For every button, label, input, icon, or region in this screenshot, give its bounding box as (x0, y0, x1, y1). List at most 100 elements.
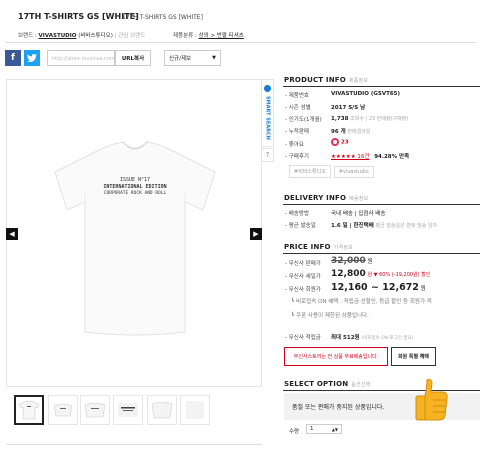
member-benefit-button[interactable]: 회원 특별 혜택 (391, 347, 436, 366)
delivery-label-method: - 배송방법 (285, 211, 309, 217)
thumbnail-4[interactable] (113, 395, 143, 425)
popularity-views: 1,738 (331, 116, 349, 122)
coupon-note: ┗ 쿠폰 사용이 제한된 상품입니다. (291, 313, 369, 319)
member-benefit-note: ┗ 비로접속 ON 혜택 : 적립금 선할인, 등급 할인 등 회원가 적 (291, 299, 432, 305)
free-shipping-button[interactable]: 무신사스토어는 전 상품 무료배송입니다. (284, 347, 388, 366)
tshirt-thumb-icon (53, 403, 73, 417)
price-info-heading: PRICE INFO (284, 243, 331, 251)
smart-search-icon (264, 85, 271, 92)
like-button[interactable]: 23 (331, 138, 349, 146)
product-info-heading: PRODUCT INFO (284, 76, 346, 84)
delivery-info-sub: 배송정보 (349, 196, 369, 202)
url-copy-button[interactable]: URL복사 (115, 50, 151, 66)
category-path-link[interactable]: 상의 > 반팔 티셔츠 (199, 33, 244, 39)
reviews-link[interactable]: ★★★★★ 16건 (331, 154, 369, 160)
thumbnail-5[interactable] (147, 395, 177, 425)
print-line-1: ISSUE N°17 (120, 177, 150, 183)
select-option-heading: SELECT OPTION (284, 380, 349, 388)
print-detail-thumb-icon (118, 403, 138, 417)
quantity-stepper[interactable]: 1 ▲▼ (306, 424, 342, 434)
delivery-days: 1.6 일 | 한진택배 (331, 223, 374, 229)
print-line-3: CORPORATE ROCK AND ROLL (104, 190, 167, 196)
product-title: 17TH T-SHIRTS GS [WHITE] (18, 12, 139, 21)
prev-image-button[interactable]: ◀ (6, 228, 18, 240)
header-divider (6, 42, 476, 43)
info-label-season: - 시즌 성별 (285, 105, 311, 111)
print-line-2: INTERNATIONAL EDITION (103, 184, 166, 190)
original-won: 원 (367, 259, 373, 265)
tag-list: #비바스튜디오 #vivastudio (289, 165, 377, 178)
price-info-title: PRICE INFO 가격정보 (284, 243, 353, 251)
tshirt-thumb-icon (151, 401, 173, 419)
price-sale: 12,800 원 ▼ 60% (-19,200원) 할인 (331, 269, 430, 279)
delivery-days-note: 평균 발송일은 판매 발송 일자 (375, 223, 438, 229)
points-note: (비로접속 ON 로그인 필요) (361, 336, 414, 341)
tshirt-thumb-icon (186, 401, 204, 419)
smart-search-label: SMART SEARCH (264, 96, 271, 140)
chevron-down-icon: ▼ (212, 55, 216, 61)
thumbs-up-icon (415, 378, 448, 421)
select-option-divider (283, 390, 480, 391)
price-label-member: - 무신사 회원가 (285, 287, 321, 293)
price-points: 최대 512원 (비로접속 ON 로그인 필요) (331, 333, 413, 341)
info-label-product-no: - 제품번호 (285, 93, 309, 99)
price-info-divider (283, 253, 480, 254)
twitter-share-button[interactable] (24, 50, 40, 66)
tshirt-image: ISSUE N°17 INTERNATIONAL EDITION CORPORA… (54, 141, 216, 336)
thumbnail-6[interactable] (180, 395, 210, 425)
delivery-info-divider (283, 204, 480, 205)
points-value: 최대 512원 (331, 335, 360, 341)
next-image-button[interactable]: ▶ (250, 228, 262, 240)
price-label-sale: - 무신사 세일가 (285, 274, 321, 280)
stepper-arrows-icon[interactable]: ▲▼ (332, 427, 338, 432)
sort-value: 신규/제보 (169, 56, 192, 62)
info-label-total-sales: - 누적판매 (285, 129, 309, 135)
thumbnail-2[interactable] (48, 395, 78, 425)
thumb-divider (6, 444, 262, 445)
product-image-frame: ISSUE N°17 INTERNATIONAL EDITION CORPORA… (6, 79, 262, 387)
tshirt-thumb-icon (18, 400, 40, 420)
thumbnail-1[interactable] (14, 395, 44, 425)
price-label-original: - 무신사 판매가 (285, 261, 321, 267)
select-option-title: SELECT OPTION 옵션선택 (284, 380, 371, 388)
quantity-label: 수량 (289, 429, 300, 435)
price-original: 32,000 원 (331, 256, 373, 266)
category-line: 제품분류 : 상의 > 반팔 티셔츠 (173, 31, 244, 39)
thumbnail-3[interactable] (80, 395, 110, 425)
delivery-value-days: 1.6 일 | 한진택배 평균 발송일은 판매 발송 일자 (331, 221, 437, 229)
help-button[interactable]: ? (261, 148, 274, 162)
delivery-info-heading: DELIVERY INFO (284, 194, 347, 202)
delivery-label-days: - 평균 발송일 (285, 223, 316, 229)
sale-price: 12,800 (331, 269, 366, 279)
tag-brand-ko[interactable]: #비바스튜디오 (289, 165, 331, 178)
price-member: 12,160 ~ 12,672 원 (331, 282, 426, 293)
member-won: 원 (420, 286, 426, 292)
original-price: 32,000 (331, 256, 366, 266)
reviews-satisfaction: 94.28% 만족 (374, 154, 410, 160)
brand-link[interactable]: VIVASTUDIO (39, 33, 77, 39)
total-sales-count: 96 개 (331, 129, 346, 135)
category-label: 제품분류 : (173, 33, 197, 39)
facebook-share-button[interactable]: f (5, 50, 21, 66)
product-info-title: PRODUCT INFO 제품정보 (284, 76, 368, 84)
total-sales-extra: 판매경과일 (347, 129, 371, 135)
tshirt-thumb-icon (84, 402, 106, 418)
twitter-icon (27, 53, 37, 62)
info-value-reviews: ★★★★★ 16건 94.28% 만족 (331, 152, 409, 160)
sort-dropdown[interactable]: 신규/제보 ▼ (164, 50, 221, 66)
sold-out-notice: 품절 또는 판매가 중지된 상품입니다. (284, 393, 480, 420)
likes-count: 23 (341, 139, 349, 146)
member-price: 12,160 ~ 12,672 (331, 282, 419, 293)
brand-favorite-link[interactable]: | 관심 브랜드 (115, 33, 146, 39)
quantity-value: 1 (310, 426, 314, 432)
info-value-product-no: VIVASTUDIO (GSVT65) (331, 91, 400, 97)
delivery-value-method: 국내 배송 | 입점사 배송 (331, 211, 386, 217)
info-value-season: 2017 S/S 남 (331, 105, 366, 111)
brand-label: 브랜드 : (18, 33, 37, 39)
info-value-popularity: 1,738 조회수 | 23 판매량(구매량) (331, 115, 408, 122)
price-label-points: - 무신사 적립금 (285, 335, 321, 341)
info-label-likes: - 좋아요 (285, 142, 304, 148)
tag-brand-en[interactable]: #vivastudio (333, 166, 374, 178)
info-label-reviews: - 구매후기 (285, 154, 309, 160)
url-field[interactable]: http://store.musinsa.com/app/... (47, 50, 132, 66)
